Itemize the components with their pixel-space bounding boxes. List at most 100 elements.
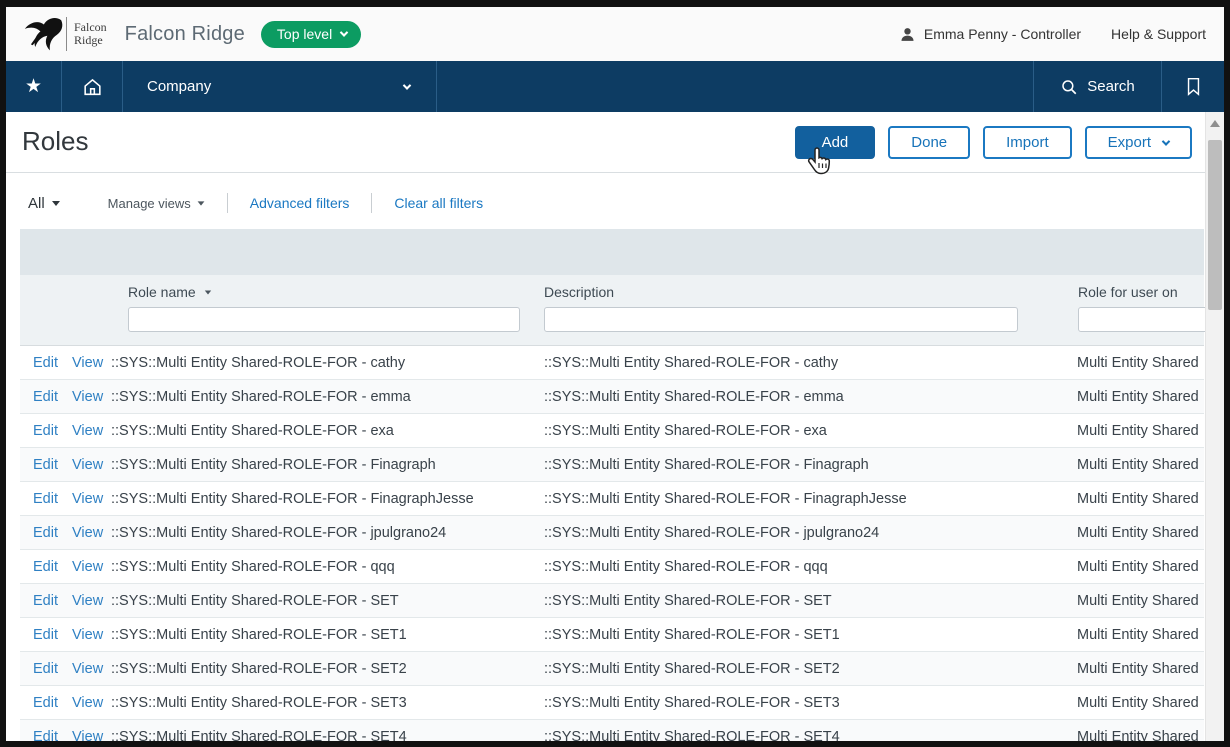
role-for-user-on-cell: Multi Entity Shared xyxy=(1060,525,1204,541)
nav-menu-label: Company xyxy=(147,78,211,95)
role-name-filter-input[interactable] xyxy=(128,307,520,332)
entity-selector-pill[interactable]: Top level xyxy=(261,21,361,48)
logo-wordmark: Falcon Ridge xyxy=(74,21,107,47)
import-button[interactable]: Import xyxy=(983,126,1072,159)
description-cell: ::SYS::Multi Entity Shared-ROLE-FOR - SE… xyxy=(540,695,1060,711)
edit-link[interactable]: Edit xyxy=(33,627,58,643)
edit-link[interactable]: Edit xyxy=(33,457,58,473)
view-link[interactable]: View xyxy=(72,627,103,643)
description-cell: ::SYS::Multi Entity Shared-ROLE-FOR - ex… xyxy=(540,423,1060,439)
favorites-button[interactable]: ★ xyxy=(6,61,62,112)
table-row: Edit View ::SYS::Multi Entity Shared-ROL… xyxy=(20,448,1204,482)
edit-link[interactable]: Edit xyxy=(33,695,58,711)
edit-link[interactable]: Edit xyxy=(33,389,58,405)
search-button[interactable]: Search xyxy=(1034,61,1162,112)
scrollbar-thumb[interactable] xyxy=(1208,140,1222,310)
done-button[interactable]: Done xyxy=(888,126,970,159)
advanced-filters-link[interactable]: Advanced filters xyxy=(250,195,350,211)
table-row: Edit View ::SYS::Multi Entity Shared-ROL… xyxy=(20,550,1204,584)
table-toolbar-band xyxy=(20,229,1204,275)
view-link[interactable]: View xyxy=(72,389,103,405)
role-name-column-label: Role name xyxy=(128,284,196,300)
home-button[interactable] xyxy=(62,61,123,112)
filter-divider xyxy=(227,193,228,213)
edit-link[interactable]: Edit xyxy=(33,593,58,609)
logo-divider xyxy=(66,17,67,51)
add-button[interactable]: Add xyxy=(795,126,876,159)
edit-link[interactable]: Edit xyxy=(33,559,58,575)
table-row: Edit View ::SYS::Multi Entity Shared-ROL… xyxy=(20,414,1204,448)
description-column-header[interactable]: Description xyxy=(544,284,1060,300)
role-name-cell: ::SYS::Multi Entity Shared-ROLE-FOR - Fi… xyxy=(110,457,540,473)
role-name-cell: ::SYS::Multi Entity Shared-ROLE-FOR - ex… xyxy=(110,423,540,439)
view-link[interactable]: View xyxy=(72,355,103,371)
home-icon xyxy=(81,76,104,98)
export-button[interactable]: Export xyxy=(1085,126,1192,159)
company-logo: Falcon Ridge xyxy=(22,15,107,53)
role-name-column-header[interactable]: Role name xyxy=(128,284,540,300)
edit-link[interactable]: Edit xyxy=(33,491,58,507)
app-window: Falcon Ridge Falcon Ridge Top level Emma… xyxy=(6,7,1224,741)
vertical-scrollbar[interactable] xyxy=(1205,112,1224,741)
role-name-cell: ::SYS::Multi Entity Shared-ROLE-FOR - qq… xyxy=(110,559,540,575)
view-selector-label: All xyxy=(28,195,45,212)
user-menu[interactable]: Emma Penny - Controller xyxy=(899,26,1081,43)
view-selector-dropdown[interactable]: All xyxy=(28,195,60,212)
view-link[interactable]: View xyxy=(72,729,103,742)
description-cell: ::SYS::Multi Entity Shared-ROLE-FOR - Fi… xyxy=(540,457,1060,473)
view-link[interactable]: View xyxy=(72,491,103,507)
view-link[interactable]: View xyxy=(72,457,103,473)
edit-link[interactable]: Edit xyxy=(33,423,58,439)
entity-pill-label: Top level xyxy=(277,26,332,42)
page-title: Roles xyxy=(22,126,88,157)
view-link[interactable]: View xyxy=(72,423,103,439)
scroll-up-arrow-icon[interactable] xyxy=(1210,120,1220,127)
nav-menu-company[interactable]: Company xyxy=(123,61,437,112)
description-cell: ::SYS::Multi Entity Shared-ROLE-FOR - SE… xyxy=(540,627,1060,643)
edit-link[interactable]: Edit xyxy=(33,355,58,371)
falcon-logo-icon xyxy=(22,15,64,53)
roles-table: Role name Description Role for user on xyxy=(20,229,1204,741)
table-row: Edit View ::SYS::Multi Entity Shared-ROL… xyxy=(20,516,1204,550)
description-cell: ::SYS::Multi Entity Shared-ROLE-FOR - em… xyxy=(540,389,1060,405)
nav-spacer xyxy=(437,61,1034,112)
view-link[interactable]: View xyxy=(72,695,103,711)
edit-link[interactable]: Edit xyxy=(33,525,58,541)
manage-views-dropdown[interactable]: Manage views xyxy=(108,196,205,211)
role-for-user-on-cell: Multi Entity Shared xyxy=(1060,559,1204,575)
view-link[interactable]: View xyxy=(72,559,103,575)
role-name-cell: ::SYS::Multi Entity Shared-ROLE-FOR - Fi… xyxy=(110,491,540,507)
add-button-label: Add xyxy=(822,134,849,151)
brand-name: Falcon Ridge xyxy=(125,23,245,46)
role-name-cell: ::SYS::Multi Entity Shared-ROLE-FOR - SE… xyxy=(110,695,540,711)
clear-all-filters-link[interactable]: Clear all filters xyxy=(394,195,483,211)
description-cell: ::SYS::Multi Entity Shared-ROLE-FOR - SE… xyxy=(540,661,1060,677)
edit-link[interactable]: Edit xyxy=(33,661,58,677)
description-cell: ::SYS::Multi Entity Shared-ROLE-FOR - SE… xyxy=(540,593,1060,609)
role-for-user-on-cell: Multi Entity Shared xyxy=(1060,423,1204,439)
actions-column-header xyxy=(20,284,110,332)
role-for-user-on-column-header[interactable]: Role for user on xyxy=(1078,284,1204,300)
role-for-user-on-filter-input[interactable] xyxy=(1078,307,1216,332)
role-for-user-on-cell: Multi Entity Shared xyxy=(1060,729,1204,742)
view-link[interactable]: View xyxy=(72,661,103,677)
description-cell: ::SYS::Multi Entity Shared-ROLE-FOR - qq… xyxy=(540,559,1060,575)
manage-views-label: Manage views xyxy=(108,196,191,211)
role-name-cell: ::SYS::Multi Entity Shared-ROLE-FOR - SE… xyxy=(110,661,540,677)
bookmark-icon xyxy=(1185,76,1202,97)
view-link[interactable]: View xyxy=(72,593,103,609)
table-row: Edit View ::SYS::Multi Entity Shared-ROL… xyxy=(20,618,1204,652)
table-header-row: Role name Description Role for user on xyxy=(20,275,1204,346)
import-button-label: Import xyxy=(1006,134,1049,151)
view-link[interactable]: View xyxy=(72,525,103,541)
role-for-user-on-cell: Multi Entity Shared xyxy=(1060,355,1204,371)
filter-bar: All Manage views Advanced filters Clear … xyxy=(28,193,1224,213)
role-for-user-on-cell: Multi Entity Shared xyxy=(1060,457,1204,473)
role-name-cell: ::SYS::Multi Entity Shared-ROLE-FOR - SE… xyxy=(110,627,540,643)
top-header: Falcon Ridge Falcon Ridge Top level Emma… xyxy=(6,7,1224,61)
bookmarks-button[interactable] xyxy=(1162,61,1224,112)
help-support-link[interactable]: Help & Support xyxy=(1111,26,1206,42)
logo-word-line2: Ridge xyxy=(74,34,107,47)
description-filter-input[interactable] xyxy=(544,307,1018,332)
edit-link[interactable]: Edit xyxy=(33,729,58,742)
